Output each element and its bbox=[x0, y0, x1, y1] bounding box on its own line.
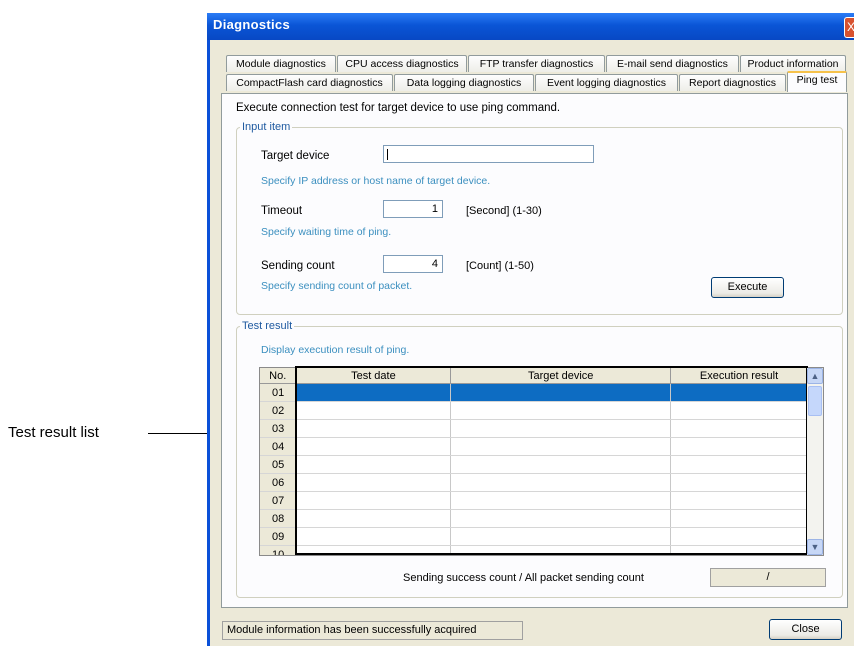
execution-result-cell bbox=[670, 383, 808, 402]
execution-result-cell bbox=[670, 437, 808, 456]
table-row[interactable]: 06 bbox=[260, 473, 808, 492]
result-list-scrollbar[interactable]: ▲ ▼ bbox=[807, 368, 823, 555]
target-device-hint: Specify IP address or host name of targe… bbox=[261, 175, 491, 187]
execution-result-cell bbox=[670, 473, 808, 492]
table-row[interactable]: 09 bbox=[260, 527, 808, 546]
target-device-cell bbox=[450, 491, 672, 510]
row-number: 10 bbox=[260, 545, 297, 555]
tab-ping-test[interactable]: Ping test bbox=[787, 71, 847, 92]
row-number: 04 bbox=[260, 437, 297, 456]
test-result-hint: Display execution result of ping. bbox=[261, 344, 410, 356]
row-number: 01 bbox=[260, 383, 297, 402]
target-device-cell bbox=[450, 383, 672, 402]
test-date-cell bbox=[295, 473, 452, 492]
tab-email-send-diagnostics[interactable]: E-mail send diagnostics bbox=[606, 55, 739, 72]
sending-count-unit: [Count] (1-50) bbox=[466, 260, 534, 272]
test-result-list[interactable]: No. Test date Target device Execution re… bbox=[259, 367, 824, 556]
target-device-cell bbox=[450, 401, 672, 420]
tab-event-logging-diagnostics[interactable]: Event logging diagnostics bbox=[535, 74, 678, 91]
sending-count-label: Sending count bbox=[261, 260, 335, 272]
execution-result-cell bbox=[670, 455, 808, 474]
tab-product-information[interactable]: Product information bbox=[740, 55, 846, 72]
tab-report-diagnostics[interactable]: Report diagnostics bbox=[679, 74, 786, 91]
title-bar[interactable] bbox=[207, 13, 854, 40]
tab-compactflash-card-diagnostics[interactable]: CompactFlash card diagnostics bbox=[226, 74, 393, 91]
test-date-cell bbox=[295, 509, 452, 528]
target-device-cell bbox=[450, 545, 672, 555]
input-item-title: Input item bbox=[240, 121, 293, 133]
scroll-up-icon[interactable]: ▲ bbox=[807, 368, 823, 384]
close-button[interactable]: Close bbox=[769, 619, 842, 640]
timeout-unit: [Second] (1-30) bbox=[466, 205, 542, 217]
table-row[interactable]: 03 bbox=[260, 419, 808, 438]
target-device-cell bbox=[450, 437, 672, 456]
test-date-cell bbox=[295, 437, 452, 456]
sending-count-input[interactable]: 4 bbox=[383, 255, 443, 273]
close-icon[interactable]: X bbox=[844, 17, 854, 38]
table-row[interactable]: 04 bbox=[260, 437, 808, 456]
test-date-cell bbox=[295, 545, 452, 555]
execution-result-cell bbox=[670, 527, 808, 546]
column-header-target-device[interactable]: Target device bbox=[450, 368, 672, 384]
test-date-cell bbox=[295, 419, 452, 438]
panel-description: Execute connection test for target devic… bbox=[236, 102, 561, 114]
test-date-cell bbox=[295, 383, 452, 402]
row-number: 07 bbox=[260, 491, 297, 510]
test-date-cell bbox=[295, 455, 452, 474]
table-row[interactable]: 02 bbox=[260, 401, 808, 420]
tab-cpu-access-diagnostics[interactable]: CPU access diagnostics bbox=[337, 55, 467, 72]
target-device-cell bbox=[450, 455, 672, 474]
target-device-cell bbox=[450, 473, 672, 492]
row-number: 06 bbox=[260, 473, 297, 492]
execute-button[interactable]: Execute bbox=[711, 277, 784, 298]
table-row[interactable]: 08 bbox=[260, 509, 808, 528]
table-row[interactable]: 10 bbox=[260, 545, 808, 555]
timeout-label: Timeout bbox=[261, 205, 303, 217]
timeout-input[interactable]: 1 bbox=[383, 200, 443, 218]
row-number: 08 bbox=[260, 509, 297, 528]
test-result-title: Test result bbox=[240, 320, 295, 332]
status-message: Module information has been successfully… bbox=[222, 621, 523, 640]
target-device-label: Target device bbox=[261, 150, 330, 162]
summary-label: Sending success count / All packet sendi… bbox=[403, 572, 644, 584]
tab-ftp-transfer-diagnostics[interactable]: FTP transfer diagnostics bbox=[468, 55, 605, 72]
test-date-cell bbox=[295, 401, 452, 420]
scroll-thumb[interactable] bbox=[808, 386, 822, 416]
table-row[interactable]: 05 bbox=[260, 455, 808, 474]
test-date-cell bbox=[295, 527, 452, 546]
row-number: 09 bbox=[260, 527, 297, 546]
scroll-down-icon[interactable]: ▼ bbox=[807, 539, 823, 555]
test-date-cell bbox=[295, 491, 452, 510]
execution-result-cell bbox=[670, 401, 808, 420]
target-device-input[interactable] bbox=[383, 145, 594, 163]
column-header-execution-result[interactable]: Execution result bbox=[670, 368, 808, 384]
tab-module-diagnostics[interactable]: Module diagnostics bbox=[226, 55, 336, 72]
target-device-cell bbox=[450, 527, 672, 546]
tab-data-logging-diagnostics[interactable]: Data logging diagnostics bbox=[394, 74, 534, 91]
row-number: 02 bbox=[260, 401, 297, 420]
execution-result-cell bbox=[670, 419, 808, 438]
execution-result-cell bbox=[670, 545, 808, 555]
column-header-test-date[interactable]: Test date bbox=[295, 368, 452, 384]
summary-value: / bbox=[710, 568, 826, 587]
table-row[interactable]: 01 bbox=[260, 383, 808, 402]
callout-label: Test result list bbox=[8, 424, 99, 441]
timeout-hint: Specify waiting time of ping. bbox=[261, 226, 392, 238]
window-title: Diagnostics bbox=[213, 17, 290, 32]
table-row[interactable]: 07 bbox=[260, 491, 808, 510]
column-header-no[interactable]: No. bbox=[260, 368, 297, 384]
sending-count-hint: Specify sending count of packet. bbox=[261, 280, 413, 292]
execution-result-cell bbox=[670, 509, 808, 528]
target-device-cell bbox=[450, 509, 672, 528]
row-number: 03 bbox=[260, 419, 297, 438]
execution-result-cell bbox=[670, 491, 808, 510]
target-device-cell bbox=[450, 419, 672, 438]
row-number: 05 bbox=[260, 455, 297, 474]
